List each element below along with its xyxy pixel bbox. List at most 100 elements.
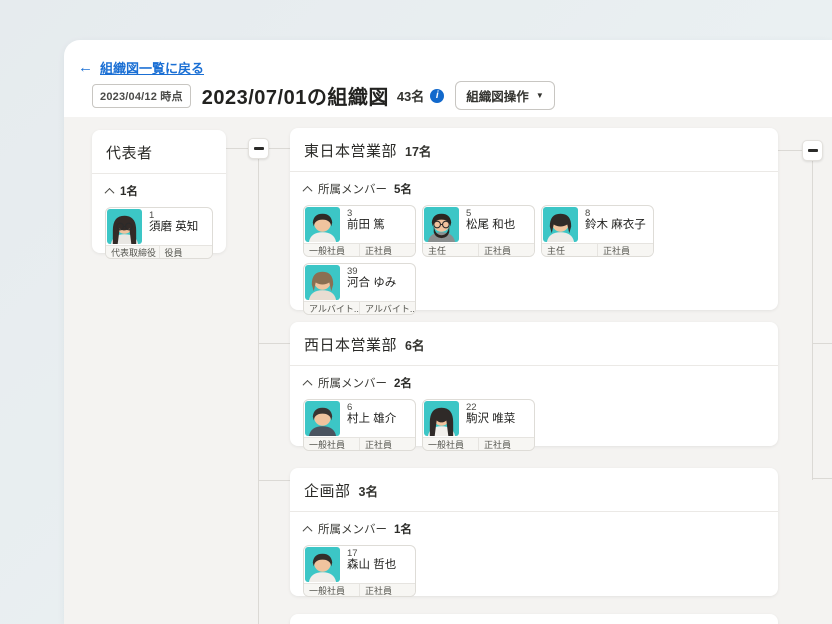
- member-id: 1: [149, 210, 198, 221]
- panel-header: 代表者: [92, 130, 226, 174]
- panel-member-count: 6名: [405, 335, 424, 354]
- member-name: 須磨 英知: [149, 221, 198, 234]
- collapse-members-toggle[interactable]: 1名: [92, 174, 226, 203]
- member-name: 鈴木 麻衣子: [585, 219, 646, 232]
- member-cards: 17森山 哲也一般社員正社員: [290, 541, 778, 597]
- panel-header: 西日本営業部 6名: [290, 322, 778, 366]
- info-icon[interactable]: i: [430, 89, 444, 103]
- member-card[interactable]: 17森山 哲也一般社員正社員: [303, 545, 416, 597]
- panel-title: 企画部: [304, 480, 351, 501]
- member-tag: 正社員: [359, 438, 415, 451]
- org-chart-actions-label: 組織図操作: [466, 86, 529, 105]
- member-photo: [305, 401, 340, 436]
- members-count: 1名: [120, 183, 138, 199]
- member-name: 河合 ゆみ: [347, 277, 396, 290]
- member-tag: アルバイト...: [359, 302, 415, 315]
- member-name: 前田 篤: [347, 219, 385, 232]
- panel-header: 企画部 3名: [290, 468, 778, 512]
- member-card[interactable]: 22駒沢 唯菜一般社員正社員: [422, 399, 535, 451]
- member-photo: [424, 207, 459, 242]
- member-card[interactable]: 39河合 ゆみアルバイト...アルバイト...: [303, 263, 416, 315]
- member-cards: 1須磨 英知代表取締役役員: [92, 203, 226, 259]
- member-tag: 一般社員: [304, 584, 359, 597]
- panel-title: 西日本営業部: [304, 334, 397, 355]
- as-of-date-badge: 2023/04/12 時点: [92, 84, 191, 108]
- member-name: 森山 哲也: [347, 559, 396, 572]
- panel-title: 代表者: [106, 142, 153, 163]
- back-to-org-list-link[interactable]: 組織図一覧に戻る: [100, 58, 204, 77]
- member-tag: 正社員: [359, 244, 415, 257]
- member-tags: アルバイト...アルバイト...: [304, 301, 415, 315]
- member-tag: 役員: [159, 246, 213, 259]
- members-label: 所属メンバー: [318, 375, 387, 391]
- member-cards: 6村上 雄介一般社員正社員 22駒沢 唯菜一般社員正社員: [290, 395, 778, 451]
- department-panel: 東日本営業部17名所属メンバー5名 3前田 篤一般社員正社員 5松尾 和也主任正…: [290, 128, 778, 310]
- member-card[interactable]: 1須磨 英知代表取締役役員: [105, 207, 213, 259]
- collapse-members-toggle[interactable]: 所属メンバー 1名: [290, 512, 778, 541]
- org-chart-actions-button[interactable]: 組織図操作 ▼: [455, 81, 554, 110]
- member-tags: 一般社員正社員: [423, 437, 534, 451]
- collapse-members-toggle[interactable]: 所属メンバー 5名: [290, 172, 778, 201]
- member-tag: 正社員: [597, 244, 653, 257]
- connector-line: [258, 158, 259, 624]
- member-name: 村上 雄介: [347, 413, 396, 426]
- members-count: 2名: [394, 375, 412, 391]
- panel-title: 東日本営業部: [304, 140, 397, 161]
- collapse-members-toggle[interactable]: 所属メンバー 2名: [290, 366, 778, 395]
- org-chart-page: ← 組織図一覧に戻る 2023/04/12 時点 2023/07/01の組織図 …: [64, 40, 832, 624]
- collapse-node-button[interactable]: [802, 140, 823, 161]
- members-count: 1名: [394, 521, 412, 537]
- members-label: 所属メンバー: [318, 181, 387, 197]
- member-card[interactable]: 8鈴木 麻衣子主任正社員: [541, 205, 654, 257]
- connector-line: [258, 480, 290, 481]
- member-photo: [424, 401, 459, 436]
- member-photo: [305, 207, 340, 242]
- back-row: ← 組織図一覧に戻る: [78, 58, 204, 77]
- member-name: 松尾 和也: [466, 219, 515, 232]
- member-tags: 主任正社員: [423, 243, 534, 257]
- member-photo: [543, 207, 578, 242]
- member-id: 39: [347, 266, 396, 277]
- member-card[interactable]: 6村上 雄介一般社員正社員: [303, 399, 416, 451]
- representative-panel: 代表者1名 1須磨 英知代表取締役役員: [92, 130, 226, 253]
- back-arrow-icon: ←: [78, 60, 93, 75]
- member-id: 8: [585, 208, 646, 219]
- department-panel-partial: [290, 614, 778, 624]
- member-tag: アルバイト...: [304, 302, 359, 315]
- member-tags: 一般社員正社員: [304, 583, 415, 597]
- member-tag: 主任: [542, 244, 597, 257]
- app-screen: ← 組織図一覧に戻る 2023/04/12 時点 2023/07/01の組織図 …: [0, 0, 832, 624]
- collapse-node-button[interactable]: [248, 138, 269, 159]
- member-photo: [305, 547, 340, 582]
- members-label: 所属メンバー: [318, 521, 387, 537]
- member-id: 17: [347, 548, 396, 559]
- member-name: 駒沢 唯菜: [466, 413, 515, 426]
- chevron-up-icon: [303, 379, 313, 389]
- connector-line: [778, 150, 802, 151]
- title-row: 2023/04/12 時点 2023/07/01の組織図 43名 i 組織図操作…: [92, 81, 555, 110]
- panel-member-count: 3名: [359, 481, 378, 500]
- member-tags: 代表取締役役員: [106, 245, 212, 259]
- department-panel: 企画部 3名所属メンバー 1名 17森山 哲也一般社員正社員: [290, 468, 778, 596]
- panel-member-count: 17名: [405, 141, 431, 160]
- panel-header: 東日本営業部 17名: [290, 128, 778, 172]
- member-tag: 一般社員: [423, 438, 478, 451]
- minus-icon: [808, 149, 818, 152]
- member-id: 22: [466, 402, 515, 413]
- chevron-up-icon: [303, 525, 313, 535]
- member-tag: 一般社員: [304, 244, 359, 257]
- member-tag: 正社員: [478, 438, 534, 451]
- connector-line: [812, 478, 832, 479]
- member-tag: 一般社員: [304, 438, 359, 451]
- member-id: 5: [466, 208, 515, 219]
- minus-icon: [254, 147, 264, 150]
- member-card[interactable]: 5松尾 和也主任正社員: [422, 205, 535, 257]
- member-tag: 代表取締役: [106, 246, 159, 259]
- member-id: 6: [347, 402, 396, 413]
- member-photo: [107, 209, 142, 244]
- member-card[interactable]: 3前田 篤一般社員正社員: [303, 205, 416, 257]
- org-chart-canvas[interactable]: 代表者1名 1須磨 英知代表取締役役員東日本営業部17名所属メンバー5名 3前田…: [64, 117, 832, 624]
- chevron-up-icon: [105, 187, 115, 197]
- members-count: 5名: [394, 181, 412, 197]
- connector-line: [258, 343, 290, 344]
